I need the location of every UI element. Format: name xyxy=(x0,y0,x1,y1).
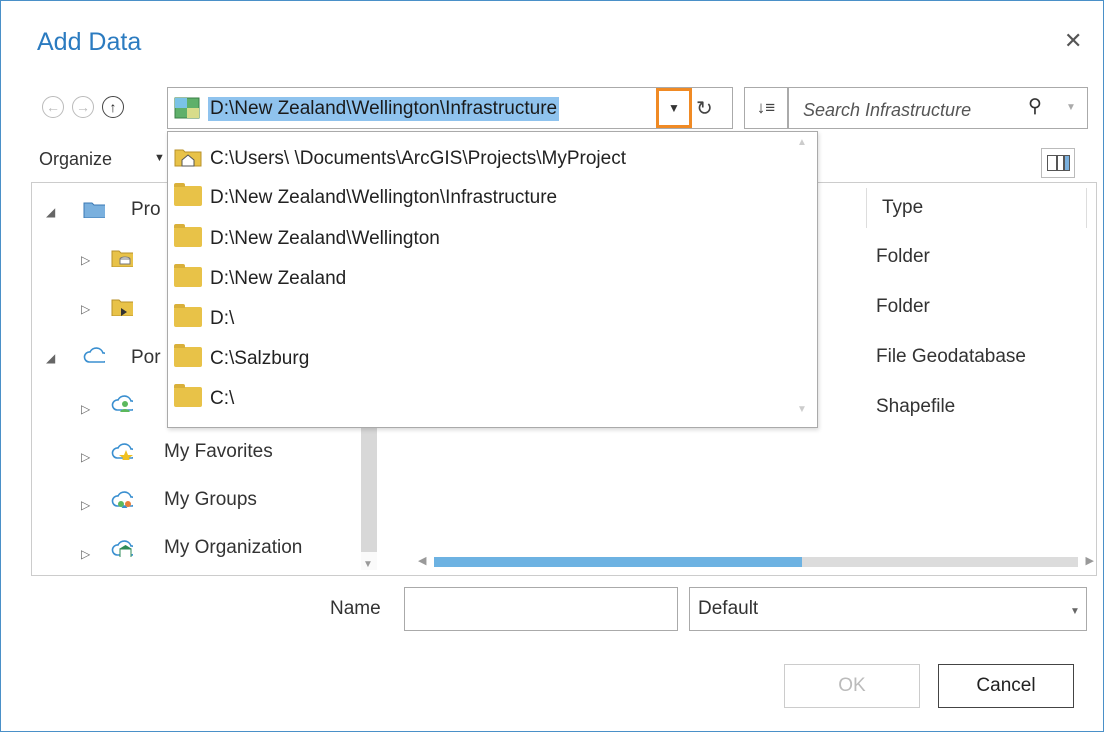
toolbox-folder-icon xyxy=(111,299,133,316)
expand-triangle-icon[interactable]: ▷ xyxy=(81,402,90,416)
folder-icon xyxy=(174,183,202,206)
search-icon[interactable]: ⚲ xyxy=(1028,95,1042,118)
forward-button[interactable]: → xyxy=(72,96,94,118)
folder-icon xyxy=(174,224,202,247)
scroll-right-icon[interactable]: ▶ xyxy=(1086,554,1094,567)
folder-icon xyxy=(174,304,202,327)
recent-location-item[interactable]: D:\New Zealand\Wellington xyxy=(174,224,440,250)
tree-item-project[interactable]: Pro xyxy=(131,199,161,221)
scroll-left-icon[interactable]: ◀ xyxy=(418,554,426,567)
scroll-down-icon[interactable]: ▼ xyxy=(363,559,373,570)
tree-item-my-groups[interactable]: My Groups xyxy=(164,489,257,511)
item-type-cell[interactable]: Folder xyxy=(876,296,930,318)
search-placeholder[interactable]: Search Infrastructure xyxy=(803,100,971,121)
recent-location-label: D:\New Zealand xyxy=(210,268,347,289)
back-button[interactable]: ← xyxy=(42,96,64,118)
groups-cloud-icon xyxy=(111,491,133,508)
my-content-cloud-icon xyxy=(111,395,133,412)
expand-triangle-icon[interactable]: ▷ xyxy=(81,547,90,561)
collapse-triangle-icon[interactable]: ◢ xyxy=(46,351,55,365)
folder-icon xyxy=(174,264,202,287)
scroll-up-icon[interactable]: ▲ xyxy=(797,137,807,148)
recent-location-label: C:\Salzburg xyxy=(210,348,310,369)
column-divider[interactable] xyxy=(1086,188,1087,228)
file-filter-value[interactable]: Default xyxy=(698,598,758,620)
location-path-text[interactable]: D:\New Zealand\Wellington\Infrastructure xyxy=(208,97,560,121)
home-folder-icon xyxy=(174,149,202,167)
recent-location-label: C:\ xyxy=(210,388,235,409)
expand-triangle-icon[interactable]: ▷ xyxy=(81,450,90,464)
expand-triangle-icon[interactable]: ▷ xyxy=(81,498,90,512)
item-type-cell[interactable]: Shapefile xyxy=(876,396,955,418)
organize-menu[interactable]: Organize xyxy=(39,149,112,170)
portal-cloud-icon xyxy=(83,347,105,363)
recent-location-item[interactable]: D:\New Zealand xyxy=(174,264,347,290)
item-type-cell[interactable]: File Geodatabase xyxy=(876,346,1026,368)
recent-location-label: D:\New Zealand\Wellington\Infrastructure xyxy=(210,187,558,208)
column-divider[interactable] xyxy=(866,188,867,228)
tree-item-my-organization[interactable]: My Organization xyxy=(164,537,302,559)
view-options-button[interactable] xyxy=(1041,148,1075,178)
recent-location-item[interactable]: C:\Salzburg xyxy=(174,344,310,370)
expand-triangle-icon[interactable]: ▷ xyxy=(81,253,90,267)
name-label: Name xyxy=(330,598,381,619)
project-folder-icon xyxy=(83,202,105,218)
recent-location-item[interactable]: C:\ xyxy=(174,384,235,410)
database-folder-icon xyxy=(111,250,133,267)
recent-location-item[interactable]: D:\New Zealand\Wellington\Infrastructure xyxy=(174,183,558,209)
recent-location-item[interactable]: C:\Users\ \Documents\ArcGIS\Projects\MyP… xyxy=(174,146,626,170)
column-header-type[interactable]: Type xyxy=(882,197,923,219)
sort-button[interactable]: ↓≡ xyxy=(744,87,788,129)
chevron-down-icon[interactable]: ▼ xyxy=(154,152,165,164)
tree-item-portal[interactable]: Por xyxy=(131,347,161,369)
recent-location-item[interactable]: D:\ xyxy=(174,304,235,330)
search-dropdown-icon[interactable]: ▼ xyxy=(1066,102,1076,113)
tree-item-my-favorites[interactable]: My Favorites xyxy=(164,441,273,463)
up-button[interactable]: ↑ xyxy=(102,96,124,118)
folder-icon xyxy=(174,384,202,407)
name-field[interactable] xyxy=(404,587,678,631)
recent-location-label: D:\New Zealand\Wellington xyxy=(210,228,440,249)
refresh-icon[interactable]: ↻ xyxy=(696,96,713,121)
organization-cloud-icon xyxy=(111,540,133,557)
content-horizontal-scrollbar[interactable]: ◀ ▶ xyxy=(418,554,1094,570)
dialog-title: Add Data xyxy=(37,28,142,56)
item-type-cell[interactable]: Folder xyxy=(876,246,930,268)
favorites-cloud-icon xyxy=(111,443,133,460)
expand-triangle-icon[interactable]: ▷ xyxy=(81,302,90,316)
ok-button[interactable]: OK xyxy=(784,664,920,708)
cancel-button[interactable]: Cancel xyxy=(938,664,1074,708)
chevron-down-icon[interactable]: ▼ xyxy=(1070,606,1080,617)
collapse-triangle-icon[interactable]: ◢ xyxy=(46,205,55,219)
recent-location-label: D:\ xyxy=(210,308,235,329)
scroll-down-icon[interactable]: ▼ xyxy=(797,404,807,415)
recent-location-label: C:\Users\ \Documents\ArcGIS\Projects\MyP… xyxy=(210,148,626,169)
scrollbar-thumb[interactable] xyxy=(434,557,802,567)
location-dropdown-button[interactable]: ▼ xyxy=(656,88,692,128)
folder-icon xyxy=(174,344,202,367)
close-icon[interactable]: ✕ xyxy=(1064,28,1082,54)
location-map-icon xyxy=(174,97,200,119)
